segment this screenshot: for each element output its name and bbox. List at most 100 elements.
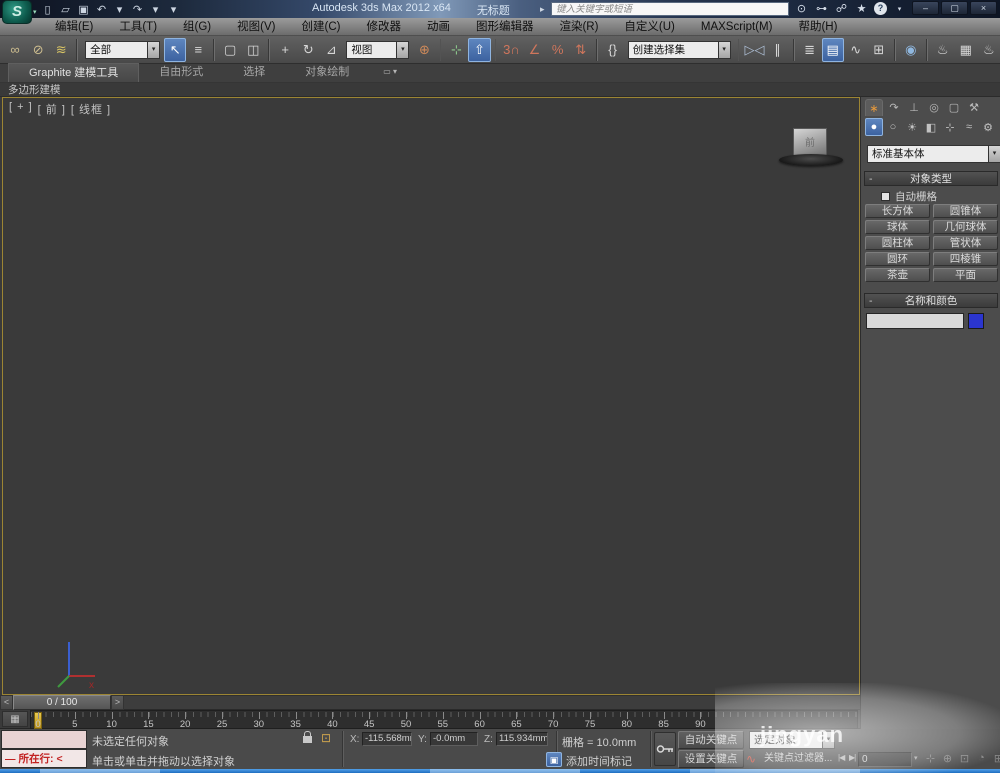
primitive-category-dropdown[interactable]: 标准基本体 ▾ xyxy=(867,145,1000,163)
object-name-input[interactable] xyxy=(866,313,964,329)
menu-item-1[interactable]: 工具(T) xyxy=(106,18,170,36)
object-color-swatch[interactable] xyxy=(968,313,984,329)
menu-item-4[interactable]: 创建(C) xyxy=(288,18,353,36)
absolute-mode-toggle-icon[interactable]: ▣ xyxy=(546,752,562,767)
layer-manager-icon[interactable]: ≣ xyxy=(799,38,821,62)
maximize-viewport-icon[interactable]: ⊞ xyxy=(992,752,1000,766)
bind-to-spacewarp-icon[interactable]: ≋ xyxy=(50,38,72,62)
key-filters-button[interactable]: 关键点过滤器... xyxy=(764,750,836,768)
key-mode-dropdown[interactable]: 选定对象 ▾ xyxy=(749,731,835,749)
qat-customize-icon[interactable]: ▾ xyxy=(166,3,181,16)
object-type-button[interactable]: 长方体 xyxy=(865,204,930,218)
maximize-button[interactable]: ▢ xyxy=(941,1,968,15)
object-type-button[interactable]: 平面 xyxy=(933,268,998,282)
render-setup-icon[interactable]: ♨ xyxy=(932,38,954,62)
chevron-down-icon[interactable]: ▾ xyxy=(988,145,1000,163)
app-menu-arrow-icon[interactable]: ▾ xyxy=(33,8,37,16)
object-type-button[interactable]: 圆柱体 xyxy=(865,236,930,250)
mini-curve-editor-button[interactable]: ▦ xyxy=(2,711,28,727)
window-crossing-icon[interactable]: ◫ xyxy=(242,38,264,62)
zoom-icon[interactable]: ⊕ xyxy=(941,752,954,766)
spacewarps-category-icon[interactable]: ≈ xyxy=(960,118,978,136)
select-scale-icon[interactable]: ⊿ xyxy=(320,38,342,62)
schematic-view-icon[interactable]: ⊞ xyxy=(868,38,890,62)
named-sets-dropdown[interactable]: 创建选择集 ▾ xyxy=(627,40,731,59)
menu-item-5[interactable]: 修改器 xyxy=(353,18,414,36)
close-button[interactable]: × xyxy=(970,1,997,15)
use-center-icon[interactable]: ⊕ xyxy=(413,38,435,62)
maxscript-mini-listener[interactable] xyxy=(1,730,87,749)
geometry-category-icon[interactable]: ● xyxy=(865,118,883,136)
snaps-toggle-icon[interactable]: 3∩ xyxy=(500,38,522,62)
edit-named-sets-icon[interactable]: {} xyxy=(602,38,624,62)
display-tab-icon[interactable]: ▢ xyxy=(945,99,963,116)
systems-category-icon[interactable]: ⚙ xyxy=(979,118,997,136)
menu-item-6[interactable]: 动画 xyxy=(414,18,463,36)
object-type-rollout[interactable]: - 对象类型 xyxy=(864,171,998,186)
maxscript-listener-line[interactable]: — 所在行: < xyxy=(1,749,87,768)
ribbon-tab-3[interactable]: 对象绘制 xyxy=(285,63,369,82)
viewport-menu-pov[interactable]: [ 前 ] xyxy=(38,101,66,117)
time-slider-handle[interactable]: 0 / 100 xyxy=(13,695,111,710)
collapse-icon[interactable]: - xyxy=(869,294,873,308)
graphite-toggle-icon[interactable]: ▤ xyxy=(821,37,844,62)
object-type-button[interactable]: 圆环 xyxy=(865,252,930,266)
x-coordinate-field[interactable]: -115.568mm xyxy=(362,732,412,746)
object-type-button[interactable]: 圆锥体 xyxy=(933,204,998,218)
set-key-button[interactable]: 设置关键点 xyxy=(678,750,744,768)
mirror-icon[interactable]: ▷◁ xyxy=(743,38,765,62)
selection-lock-icon[interactable] xyxy=(303,731,312,743)
set-key-toggle-button[interactable] xyxy=(654,732,676,766)
collapse-icon[interactable]: - xyxy=(869,172,873,186)
chevron-down-icon[interactable]: ▾ xyxy=(717,40,731,59)
chevron-down-icon[interactable]: ▾ xyxy=(822,731,835,749)
crosshair-icon[interactable]: ⊡ xyxy=(321,731,331,745)
angle-snap-icon[interactable]: ∠ xyxy=(523,38,545,62)
menu-item-11[interactable]: 帮助(H) xyxy=(785,18,850,36)
object-type-button[interactable]: 茶壶 xyxy=(865,268,930,282)
current-frame-field[interactable]: 0 xyxy=(858,752,912,767)
object-type-button[interactable]: 四棱锥 xyxy=(933,252,998,266)
redo-dropdown-icon[interactable]: ▾ xyxy=(148,3,163,16)
render-production-icon[interactable]: ♨ xyxy=(978,38,1000,62)
lights-category-icon[interactable]: ☀ xyxy=(903,118,921,136)
minimize-button[interactable]: – xyxy=(912,1,939,15)
ribbon-tab-0[interactable]: Graphite 建模工具 xyxy=(8,63,140,82)
spinner-snap-icon[interactable]: ⇅ xyxy=(570,38,592,62)
new-file-icon[interactable]: ▯ xyxy=(40,3,55,16)
select-manipulate-icon[interactable]: ⊹ xyxy=(445,38,467,62)
chevron-down-icon[interactable]: ▾ xyxy=(147,40,161,59)
curve-editor-icon[interactable]: ∿ xyxy=(845,38,867,62)
frame-spinner-icon[interactable]: ▾ xyxy=(914,754,918,762)
menu-item-10[interactable]: MAXScript(M) xyxy=(688,18,786,36)
search-icon[interactable]: ⊙ xyxy=(794,2,809,15)
helpers-category-icon[interactable]: ⊹ xyxy=(941,118,959,136)
menu-item-0[interactable]: 编辑(E) xyxy=(42,18,106,36)
select-move-icon[interactable]: + xyxy=(274,38,296,62)
orbit-icon[interactable]: ◔ xyxy=(975,752,988,766)
autogrid-checkbox[interactable] xyxy=(881,192,890,201)
zoom-extents-icon[interactable]: ⊡ xyxy=(958,752,971,766)
select-object-icon[interactable]: ↖ xyxy=(164,37,187,62)
cameras-category-icon[interactable]: ◧ xyxy=(922,118,940,136)
add-time-tag[interactable]: 添加时间标记 xyxy=(566,753,632,769)
percent-snap-icon[interactable]: % xyxy=(547,38,569,62)
modify-tab-icon[interactable]: ↷ xyxy=(885,99,903,116)
time-slider-track[interactable] xyxy=(124,695,860,709)
help-icon[interactable]: ? xyxy=(874,2,887,15)
coord-system-dropdown[interactable]: 视图 ▾ xyxy=(346,40,410,59)
auto-key-button[interactable]: 自动关键点 xyxy=(678,731,744,749)
object-type-button[interactable]: 几何球体 xyxy=(933,220,998,234)
chevron-down-icon[interactable]: ▾ xyxy=(396,40,410,59)
menu-item-9[interactable]: 自定义(U) xyxy=(611,18,687,36)
select-and-link-icon[interactable]: ∞ xyxy=(4,38,26,62)
unlink-selection-icon[interactable]: ⊘ xyxy=(27,38,49,62)
utilities-tab-icon[interactable]: ⚒ xyxy=(965,99,983,116)
viewcube-ring[interactable] xyxy=(779,154,843,166)
motion-tab-icon[interactable]: ◎ xyxy=(925,99,943,116)
infocenter-collapse-icon[interactable]: ▸ xyxy=(540,4,545,15)
create-tab-icon[interactable]: ∗ xyxy=(865,99,883,116)
menu-item-2[interactable]: 组(G) xyxy=(170,18,224,36)
redo-icon[interactable]: ↷ xyxy=(130,3,145,16)
default-in-out-tangent-icon[interactable]: ∿ xyxy=(746,752,756,766)
